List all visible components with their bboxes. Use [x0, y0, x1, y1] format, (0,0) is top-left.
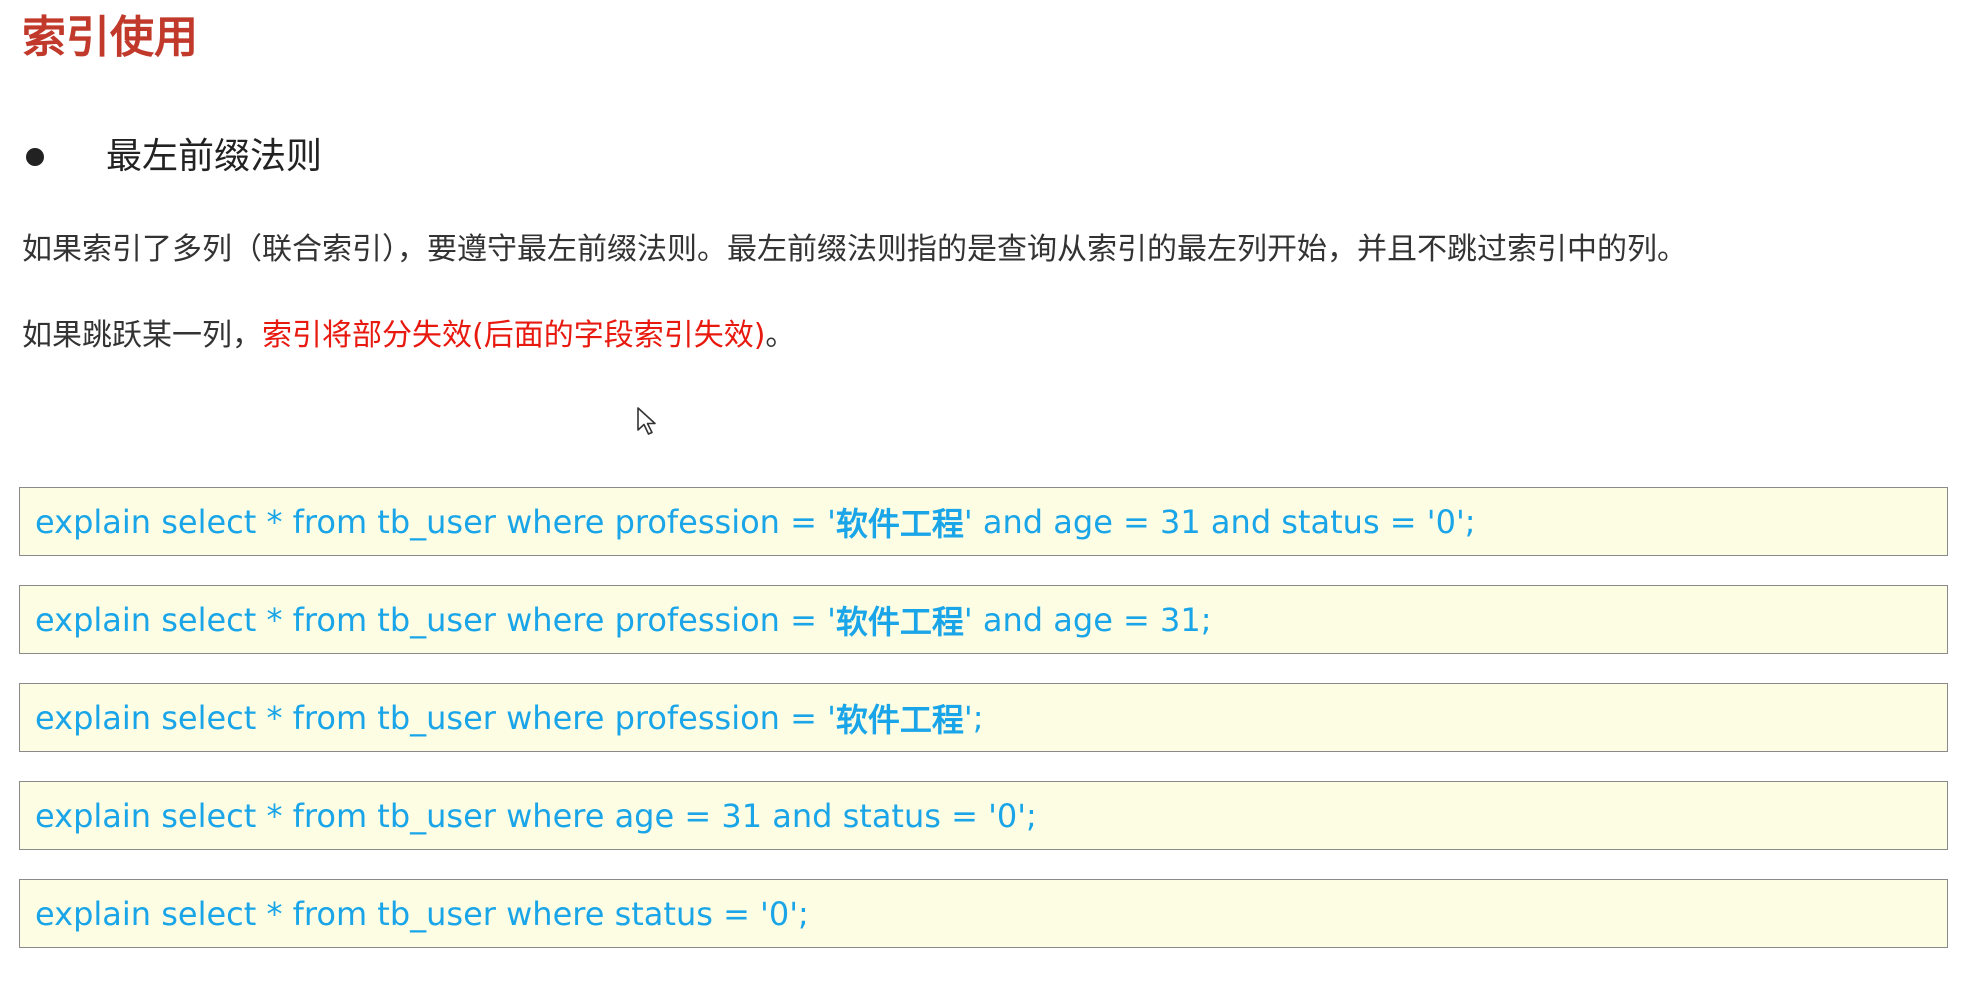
code-query-3-before: explain select * from tb_user where prof…	[35, 698, 836, 737]
bullet-text: 最左前缀法则	[106, 136, 323, 177]
code-query-4-before: explain select * from tb_user where age …	[35, 796, 1037, 835]
code-query-1-before: explain select * from tb_user where prof…	[35, 502, 836, 541]
code-query-3: explain select * from tb_user where prof…	[19, 683, 1948, 752]
bullet-dot-icon	[26, 148, 44, 166]
page-title: 索引使用	[22, 12, 198, 63]
code-query-2-before: explain select * from tb_user where prof…	[35, 600, 836, 639]
bullet-item: 最左前缀法则	[22, 132, 322, 182]
code-query-5: explain select * from tb_user where stat…	[19, 879, 1948, 948]
paragraph-skip-column: 如果跳跃某一列，索引将部分失效(后面的字段索引失效)。	[22, 314, 795, 358]
paragraph-skip-highlight: 索引将部分失效(后面的字段索引失效)	[262, 318, 766, 353]
code-query-1-value: 软件工程	[835, 504, 964, 543]
code-query-1: explain select * from tb_user where prof…	[19, 487, 1948, 556]
code-query-5-before: explain select * from tb_user where stat…	[35, 894, 809, 933]
code-query-1-after: ' and age = 31 and status = '0';	[963, 502, 1476, 541]
paragraph-skip-suffix: 。	[765, 318, 796, 353]
mouse-pointer-icon	[637, 407, 656, 435]
code-query-2-after: ' and age = 31;	[963, 600, 1212, 639]
code-query-3-after: ';	[963, 698, 984, 737]
code-query-4: explain select * from tb_user where age …	[19, 781, 1948, 850]
paragraph-rule-description: 如果索引了多列（联合索引），要遵守最左前缀法则。最左前缀法则指的是查询从索引的最…	[22, 232, 1687, 267]
paragraph-skip-prefix: 如果跳跃某一列，	[22, 318, 262, 353]
code-query-3-value: 软件工程	[835, 700, 964, 739]
code-query-2-value: 软件工程	[835, 602, 964, 641]
code-query-2: explain select * from tb_user where prof…	[19, 585, 1948, 654]
